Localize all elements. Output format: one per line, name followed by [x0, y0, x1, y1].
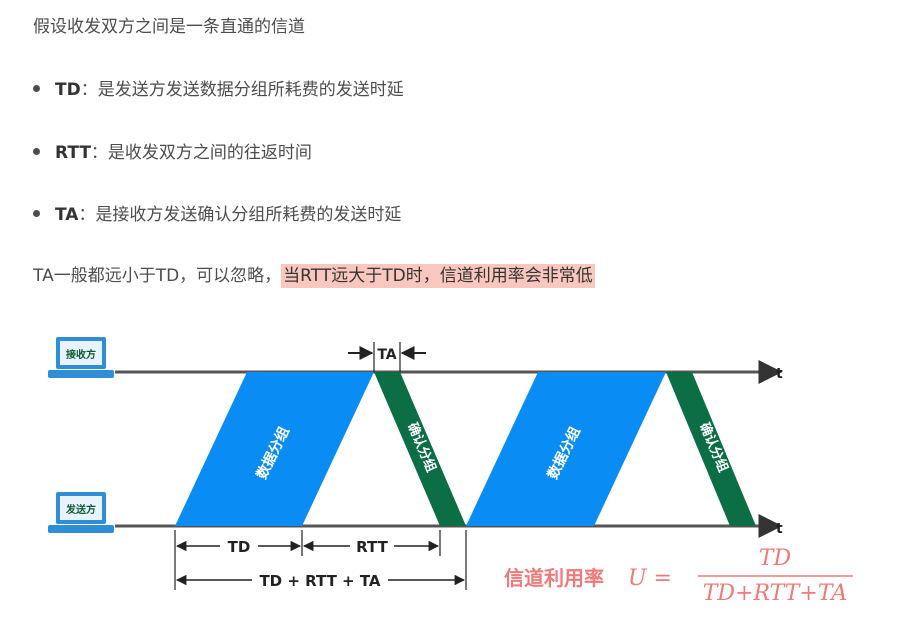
total-label: TD + RTT + TA: [259, 572, 380, 590]
td-label: TD: [228, 538, 251, 556]
sender-computer-icon: 发送方: [48, 492, 114, 533]
utilization-diagram: 接收方 发送方 t t 数据分组 数据分组 确认分组 确认分组 TA TD RT…: [48, 337, 853, 606]
sender-label: 发送方: [65, 503, 96, 516]
ta-label: TA: [377, 347, 396, 363]
total-dimension: TD + RTT + TA: [175, 570, 466, 590]
receiver-computer-icon: 接收方: [48, 337, 114, 378]
formula-lhs: U =: [628, 566, 672, 591]
formula-label: 信道利用率: [504, 566, 604, 590]
formula-numerator: TD: [759, 546, 792, 571]
td-dimension: TD: [175, 536, 302, 556]
rtt-label: RTT: [356, 538, 388, 556]
receiver-axis-t: t: [776, 366, 783, 382]
ta-marker: TA: [348, 342, 426, 372]
utilization-formula: 信道利用率 U = TD TD+RTT+TA: [504, 546, 853, 606]
receiver-label: 接收方: [66, 348, 96, 361]
sender-axis-t: t: [776, 521, 783, 537]
formula-denominator: TD+RTT+TA: [703, 581, 847, 606]
rtt-dimension: RTT: [302, 536, 440, 556]
